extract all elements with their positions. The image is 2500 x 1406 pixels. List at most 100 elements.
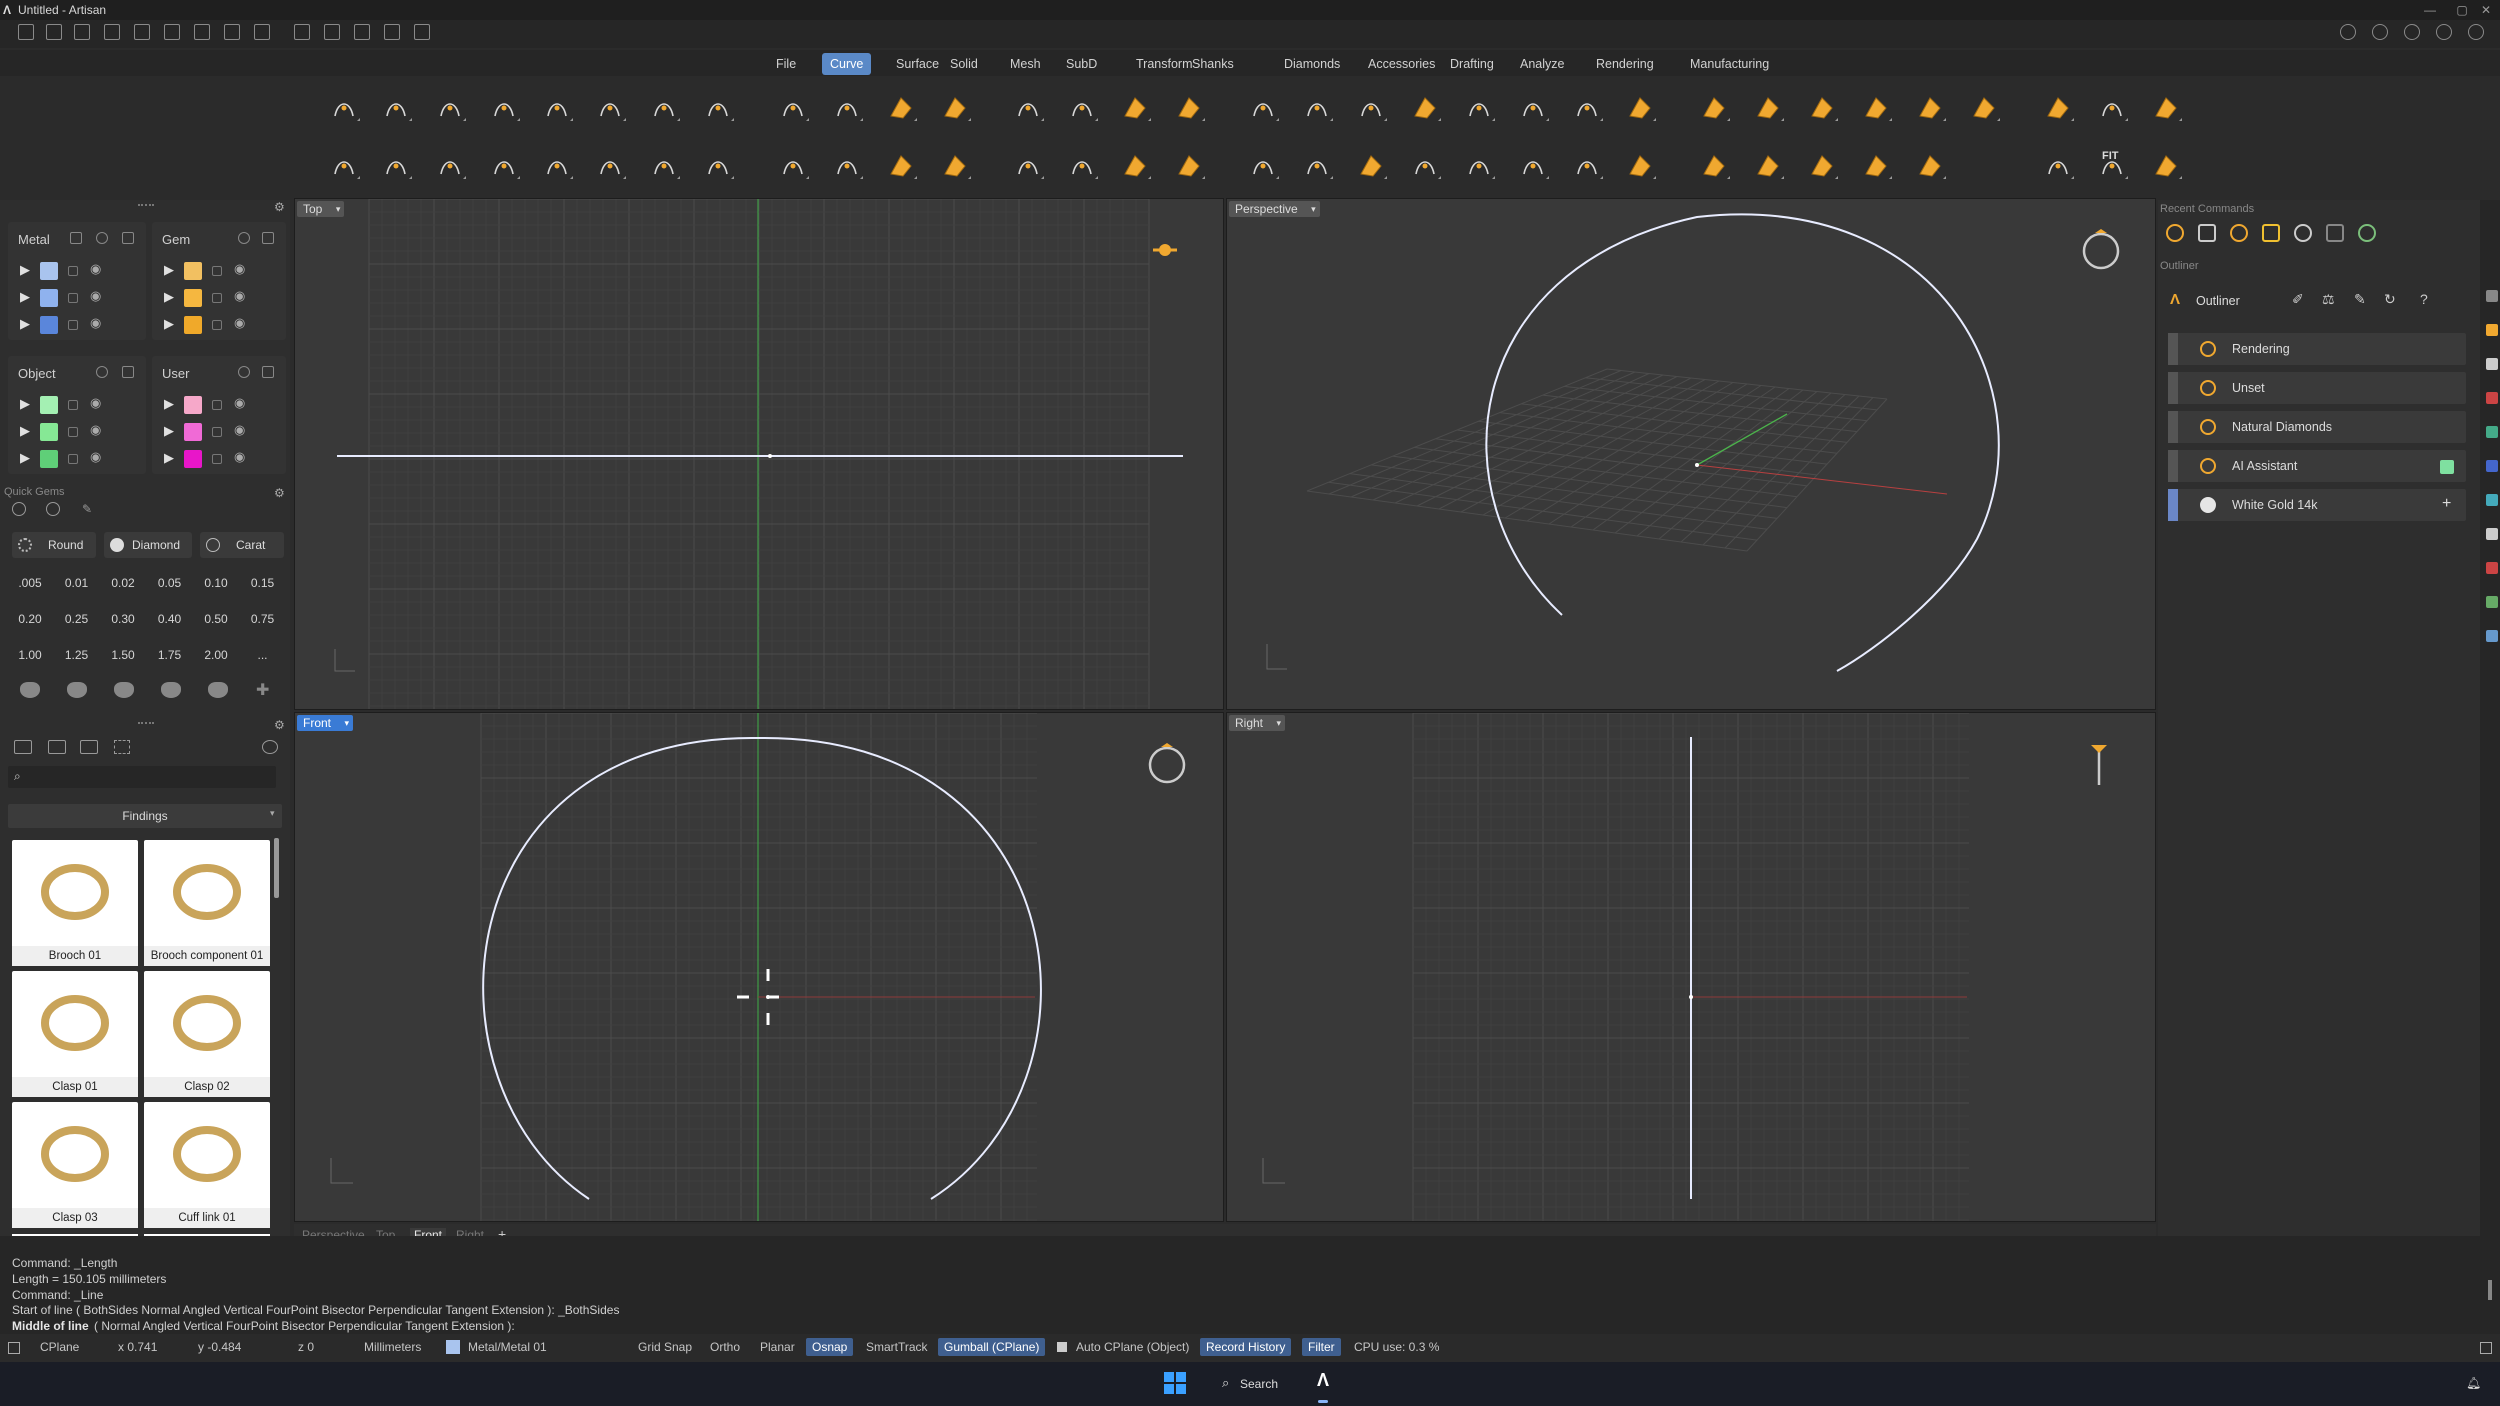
export-icon[interactable] xyxy=(294,24,310,40)
perspective-viewport[interactable]: Perspective ▾ xyxy=(1226,198,2156,710)
join-tool-icon[interactable] xyxy=(1062,88,1102,128)
menu-mesh[interactable]: Mesh xyxy=(1002,53,1049,75)
gem-size-button[interactable]: 1.00 xyxy=(8,640,52,670)
gem-set-tool-icon[interactable] xyxy=(2038,146,2078,186)
library-search-input[interactable]: ⌕ xyxy=(8,766,276,788)
library-item[interactable]: Clasp 02 xyxy=(144,971,270,1097)
lock-icon[interactable] xyxy=(68,400,78,410)
brush-tool-icon[interactable] xyxy=(2038,88,2078,128)
side-tool-icon[interactable] xyxy=(2486,358,2498,370)
layer-color-swatch[interactable] xyxy=(184,396,202,414)
side-tool-icon[interactable] xyxy=(2486,494,2498,506)
gem-pick-icon[interactable]: ✎ xyxy=(82,502,96,516)
cloud-icon[interactable] xyxy=(2340,24,2356,40)
info-icon[interactable] xyxy=(2372,24,2388,40)
expand-arrow-icon[interactable]: ▶ xyxy=(20,262,30,278)
smooth-tool-icon[interactable] xyxy=(1351,146,1391,186)
perspective-viewport-tab[interactable]: Perspective ▾ xyxy=(1229,201,1320,217)
picture-tool-icon[interactable] xyxy=(935,146,975,186)
lock-icon[interactable] xyxy=(68,266,78,276)
offset-multiple-tool-icon[interactable] xyxy=(1513,88,1553,128)
refresh-icon[interactable]: ↻ xyxy=(2384,291,2396,308)
layer-color-swatch[interactable] xyxy=(184,289,202,307)
solid-tool-icon[interactable] xyxy=(1748,146,1788,186)
lock-icon[interactable] xyxy=(68,293,78,303)
start-button[interactable] xyxy=(1164,1372,1186,1394)
lock-icon[interactable] xyxy=(212,454,222,464)
fillet-tool-icon[interactable] xyxy=(1802,88,1842,128)
fillet-curve-tool-icon[interactable] xyxy=(1169,88,1209,128)
side-tool-icon[interactable] xyxy=(2486,290,2498,302)
gem-size-button[interactable]: ... xyxy=(241,640,285,670)
text-tool-icon[interactable] xyxy=(881,88,921,128)
circle-tool-icon[interactable] xyxy=(324,146,364,186)
eye-icon[interactable]: ◉ xyxy=(234,449,245,465)
add-material-icon[interactable]: + xyxy=(2442,495,2451,513)
smarttrack-toggle[interactable]: SmartTrack xyxy=(866,1338,928,1356)
lock-icon[interactable] xyxy=(212,266,222,276)
menu-analyze[interactable]: Analyze xyxy=(1512,53,1572,75)
undo-cmd-icon[interactable] xyxy=(2198,224,2216,242)
osnap-toggle[interactable]: Osnap xyxy=(806,1338,854,1356)
interp-curve-tool-icon[interactable] xyxy=(590,146,630,186)
gem-size-button[interactable]: 1.50 xyxy=(101,640,145,670)
expand-arrow-icon[interactable]: ▶ xyxy=(164,289,174,305)
lock-icon[interactable] xyxy=(70,232,82,244)
lock-icon[interactable] xyxy=(262,232,274,244)
expand-arrow-icon[interactable]: ▶ xyxy=(20,316,30,332)
menu-shanks[interactable]: Shanks xyxy=(1184,53,1242,75)
menu-surface[interactable]: Surface xyxy=(888,53,947,75)
eye-icon[interactable]: ◉ xyxy=(234,261,245,277)
split-tool-icon[interactable] xyxy=(1008,146,1048,186)
gem-size-button[interactable]: 1.75 xyxy=(148,640,192,670)
library-category-dropdown[interactable]: Findings ▾ xyxy=(8,804,282,828)
eye-icon[interactable]: ◉ xyxy=(90,261,101,277)
layer-color-swatch[interactable] xyxy=(40,450,58,468)
eye-icon[interactable]: ◉ xyxy=(90,422,101,438)
bend-tool-icon[interactable] xyxy=(1748,88,1788,128)
gem-size-button[interactable]: 0.05 xyxy=(148,568,192,598)
gem-size-button[interactable]: 0.15 xyxy=(241,568,285,598)
panel-settings-icon[interactable]: ⚙ xyxy=(274,718,286,732)
layer-color-swatch[interactable] xyxy=(184,316,202,334)
polyline-tool-icon[interactable] xyxy=(376,88,416,128)
eye-icon[interactable] xyxy=(96,366,108,378)
ellipse-tool-icon[interactable] xyxy=(430,146,470,186)
filter-toggle[interactable]: Filter xyxy=(1302,1338,1341,1356)
minimize-button[interactable]: — xyxy=(2414,0,2446,20)
library-item[interactable]: Clasp 03 xyxy=(12,1102,138,1228)
explode-tool-icon[interactable] xyxy=(1062,146,1102,186)
library-new-folder-icon[interactable] xyxy=(48,740,66,754)
auto-cplane-checkbox[interactable] xyxy=(1057,1342,1067,1352)
divide-tool-icon[interactable] xyxy=(1405,146,1445,186)
outliner-item[interactable]: Rendering xyxy=(2168,333,2466,365)
pull-tool-icon[interactable] xyxy=(1620,88,1660,128)
layer-color-swatch[interactable] xyxy=(40,289,58,307)
gem-settings-icon[interactable] xyxy=(12,502,26,516)
expand-arrow-icon[interactable]: ▶ xyxy=(164,396,174,412)
expand-arrow-icon[interactable]: ▶ xyxy=(164,316,174,332)
extend-tool-icon[interactable] xyxy=(1405,88,1445,128)
expand-arrow-icon[interactable]: ▶ xyxy=(164,262,174,278)
eye-icon[interactable]: ◉ xyxy=(90,315,101,331)
line-cmd-icon[interactable] xyxy=(2326,224,2344,242)
analyze-curve-tool-icon[interactable] xyxy=(2092,88,2132,128)
save-as-icon[interactable] xyxy=(224,24,240,40)
layers-icon[interactable] xyxy=(2404,24,2420,40)
eye-icon[interactable]: ◉ xyxy=(90,288,101,304)
freehand-tool-icon[interactable] xyxy=(827,88,867,128)
lock-icon[interactable] xyxy=(212,400,222,410)
panel-settings-icon[interactable]: ⚙ xyxy=(274,486,286,500)
eye-icon[interactable] xyxy=(96,232,108,244)
box-tool-icon[interactable] xyxy=(1910,88,1950,128)
polygon-center-tool-icon[interactable] xyxy=(484,146,524,186)
gem-size-button[interactable]: 1.25 xyxy=(55,640,99,670)
new-file-icon[interactable] xyxy=(18,24,34,40)
lock-icon[interactable] xyxy=(262,366,274,378)
side-tool-icon[interactable] xyxy=(2486,562,2498,574)
menu-diamonds[interactable]: Diamonds xyxy=(1276,53,1348,75)
gem-size-button[interactable]: 0.01 xyxy=(55,568,99,598)
wave-tool-icon[interactable] xyxy=(1567,146,1607,186)
status-layer[interactable]: Metal/Metal 01 xyxy=(468,1338,547,1356)
expand-arrow-icon[interactable]: ▶ xyxy=(164,450,174,466)
